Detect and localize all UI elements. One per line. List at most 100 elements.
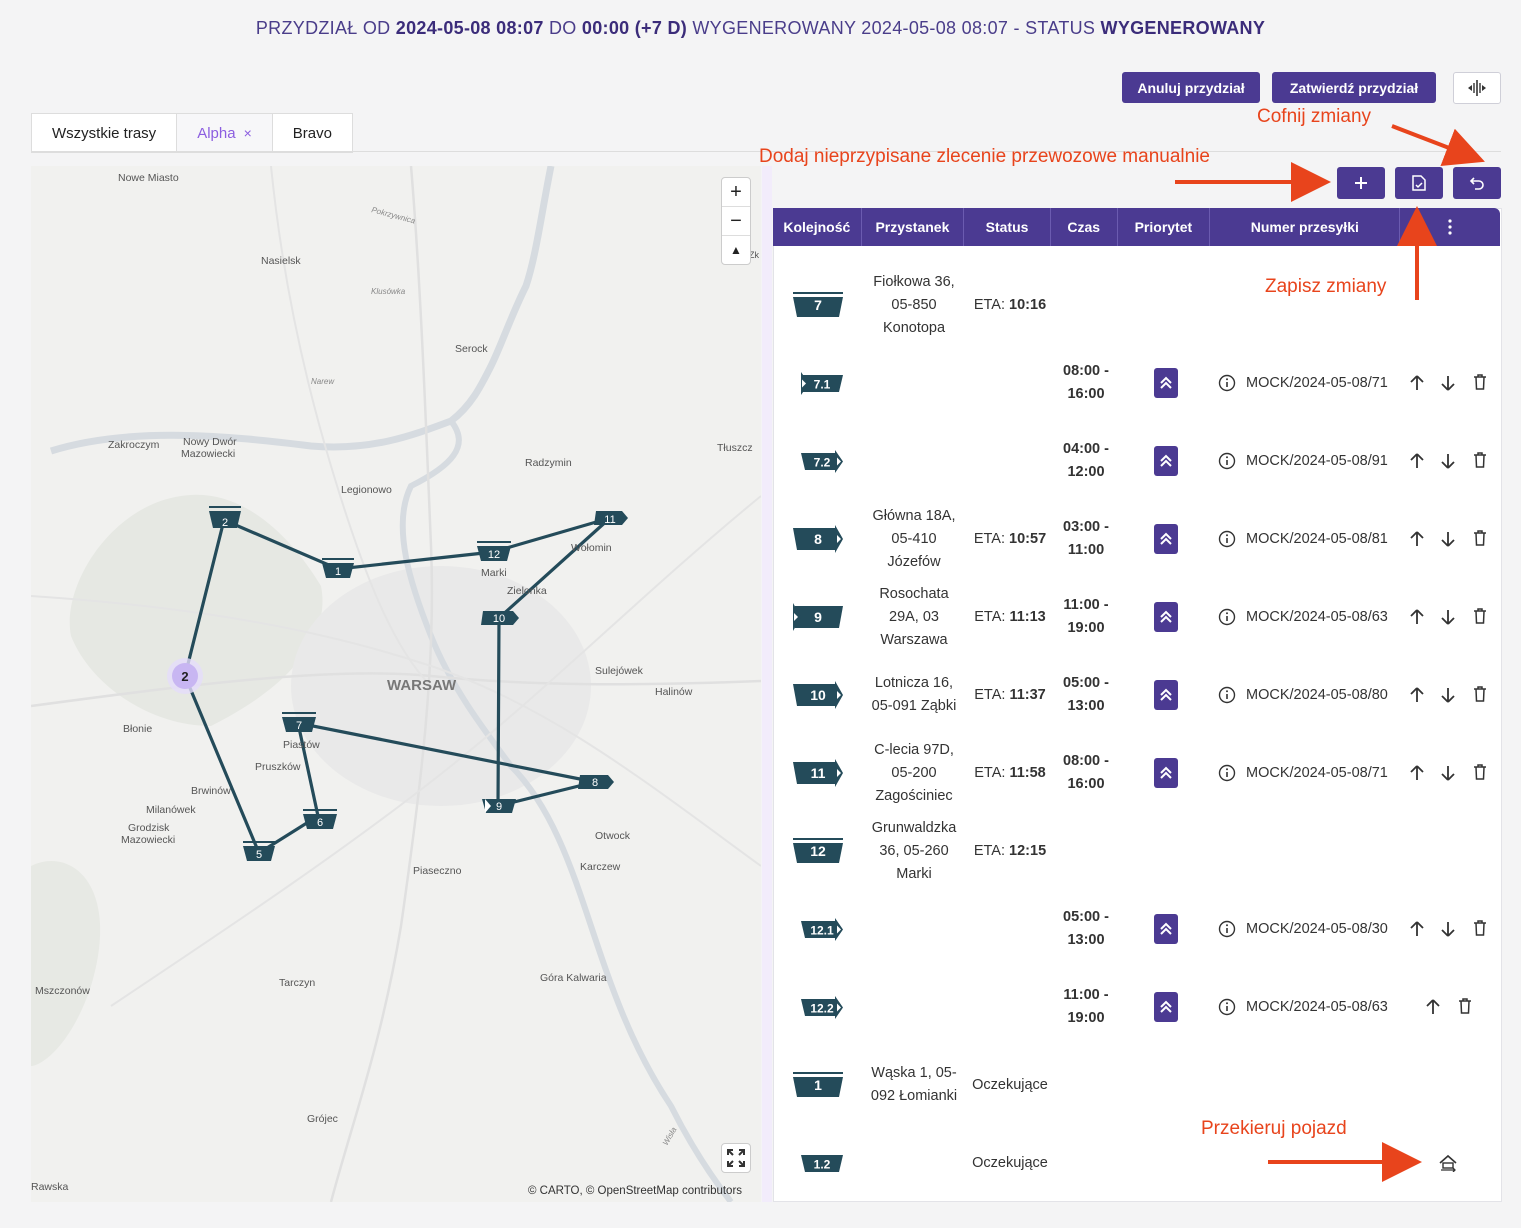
table-row[interactable]: 1.2 Oczekujące (773, 1124, 1500, 1202)
move-up-icon[interactable] (1409, 608, 1425, 631)
table-row[interactable]: 12.1 05:00 - 13:00 MOCK/2024-05-08/30 (773, 890, 1500, 968)
place-label: Halinów (655, 686, 693, 698)
zoom-out-button[interactable]: − (722, 207, 750, 236)
move-down-icon[interactable] (1440, 920, 1456, 943)
redirect-vehicle-icon[interactable] (1437, 1154, 1459, 1177)
time-window: 11:00 - 19:00 (1053, 968, 1119, 1046)
delete-icon[interactable] (1458, 998, 1472, 1019)
info-icon[interactable] (1218, 764, 1236, 782)
map-marker[interactable]: 8 (578, 775, 614, 789)
table-row[interactable]: 7.2 04:00 - 12:00 MOCK/2024-05-08/91 (773, 422, 1500, 500)
route-map[interactable]: Nowe Miasto Pokrzywnica Nasielsk Klusówk… (31, 166, 761, 1202)
panel-splitter[interactable] (762, 166, 772, 1202)
table-row[interactable]: 12.2 11:00 - 19:00 MOCK/2024-05-08/63 (773, 968, 1500, 1046)
move-up-icon[interactable] (1409, 764, 1425, 787)
table-row[interactable]: 10 Lotnicza 16, 05-091 Ząbki ETA: 11:37 05:0… (773, 656, 1500, 734)
delete-icon[interactable] (1473, 374, 1487, 395)
priority-cell (1151, 344, 1181, 422)
delete-icon[interactable] (1473, 764, 1487, 785)
map-marker[interactable]: 12 (477, 541, 511, 561)
column-time[interactable]: Czas (1051, 208, 1118, 246)
column-stop[interactable]: Przystanek (862, 208, 965, 246)
info-icon[interactable] (1218, 686, 1236, 704)
info-icon[interactable] (1218, 608, 1236, 626)
map-cluster[interactable]: 2 (167, 658, 203, 694)
svg-text:10: 10 (493, 613, 505, 625)
map-marker[interactable]: 10 (481, 611, 519, 625)
svg-text:11: 11 (604, 514, 615, 526)
column-menu-button[interactable] (1400, 208, 1500, 246)
place-label: Pokrzywnica (370, 205, 416, 225)
tab-bravo[interactable]: Bravo (273, 114, 352, 152)
zoom-in-button[interactable]: + (722, 178, 750, 207)
address-line: Rosochata (879, 585, 949, 602)
svg-text:8: 8 (592, 777, 598, 789)
priority-high-icon (1154, 368, 1178, 398)
table-row[interactable]: 12 Grunwaldzka 36, 05-260 Marki ETA: 12:15 (773, 812, 1500, 890)
undo-changes-button[interactable] (1453, 167, 1501, 199)
svg-text:9: 9 (814, 609, 822, 625)
move-down-icon[interactable] (1440, 686, 1456, 709)
move-down-icon[interactable] (1440, 764, 1456, 787)
add-unassigned-order-button[interactable] (1337, 167, 1385, 199)
column-priority[interactable]: Priorytet (1118, 208, 1211, 246)
move-down-icon[interactable] (1440, 452, 1456, 475)
info-icon[interactable] (1218, 374, 1236, 392)
info-icon[interactable] (1218, 530, 1236, 548)
delete-icon[interactable] (1473, 686, 1487, 707)
time-line: 16:00 (1067, 776, 1105, 792)
move-up-icon[interactable] (1409, 920, 1425, 943)
delete-icon[interactable] (1473, 920, 1487, 941)
move-up-icon[interactable] (1409, 452, 1425, 475)
address-line: 05-200 (891, 764, 937, 781)
delete-icon[interactable] (1473, 608, 1487, 629)
move-up-icon[interactable] (1409, 530, 1425, 553)
map-marker[interactable]: 9 (482, 799, 516, 813)
delete-icon[interactable] (1473, 452, 1487, 473)
move-down-icon[interactable] (1440, 374, 1456, 397)
move-down-icon[interactable] (1440, 608, 1456, 631)
table-row[interactable]: 7.1 08:00 - 16:00 MOCK/2024-05-08/71 (773, 344, 1500, 422)
column-shipment-number[interactable]: Numer przesyłki (1210, 208, 1401, 246)
table-row[interactable]: 9 Rosochata 29A, 03 Warszawa ETA: 11:13 11:00… (773, 578, 1500, 656)
fullscreen-button[interactable] (721, 1143, 751, 1173)
info-icon[interactable] (1218, 998, 1236, 1016)
place-label: Tłuszcz (717, 442, 753, 454)
compass-button[interactable]: ▲ (722, 236, 750, 264)
priority-cell (1151, 890, 1181, 968)
address-line: 05-091 Ząbki (871, 698, 957, 714)
column-order[interactable]: Kolejność (773, 208, 862, 246)
annotation-redirect: Przekieruj pojazd (1201, 1118, 1347, 1139)
cancel-allocation-button[interactable]: Anuluj przydział (1122, 72, 1260, 103)
map-marker[interactable]: 6 (303, 809, 337, 829)
map-marker[interactable]: 1 (322, 558, 354, 578)
svg-text:5: 5 (256, 849, 262, 861)
delete-icon[interactable] (1473, 530, 1487, 551)
place-label: Legionowo (341, 484, 392, 496)
table-row[interactable]: 7 Fiołkowa 36, 05-850 Konotopa ETA: 10:16 (773, 266, 1500, 344)
confirm-allocation-button[interactable]: Zatwierdź przydział (1272, 72, 1436, 103)
column-status[interactable]: Status (964, 208, 1051, 246)
close-tab-icon[interactable]: × (244, 125, 252, 141)
table-header: Kolejność Przystanek Status Czas Prioryt… (773, 208, 1500, 246)
tab-alpha[interactable]: Alpha × (177, 114, 273, 152)
place-label: Wołomin (571, 542, 612, 554)
tab-all-routes[interactable]: Wszystkie trasy (32, 114, 178, 152)
table-row[interactable]: 11 C-lecia 97D, 05-200 Zagościniec ETA: 11:5… (773, 734, 1500, 812)
move-down-icon[interactable] (1440, 530, 1456, 553)
shipment-number: MOCK/2024-05-08/91 (1218, 422, 1403, 500)
info-icon[interactable] (1218, 920, 1236, 938)
table-row[interactable]: 1 Wąska 1, 05- 092 Łomianki Oczekujące (773, 1046, 1500, 1124)
save-changes-button[interactable] (1395, 167, 1443, 199)
header-prefix: PRZYDZIAŁ OD (255, 18, 396, 38)
table-row[interactable]: 8 Główna 18A, 05-410 Józefów ETA: 10:57 03:00… (773, 500, 1500, 578)
svg-text:2: 2 (222, 517, 228, 529)
move-up-icon[interactable] (1409, 686, 1425, 709)
split-view-button[interactable] (1453, 72, 1501, 104)
place-label: Klusówka (371, 287, 406, 296)
map-marker[interactable]: 11 (594, 511, 628, 526)
info-icon[interactable] (1218, 452, 1236, 470)
move-up-icon[interactable] (1425, 998, 1441, 1021)
map-attribution: © CARTO, © OpenStreetMap contributors (528, 1185, 743, 1197)
move-up-icon[interactable] (1409, 374, 1425, 397)
